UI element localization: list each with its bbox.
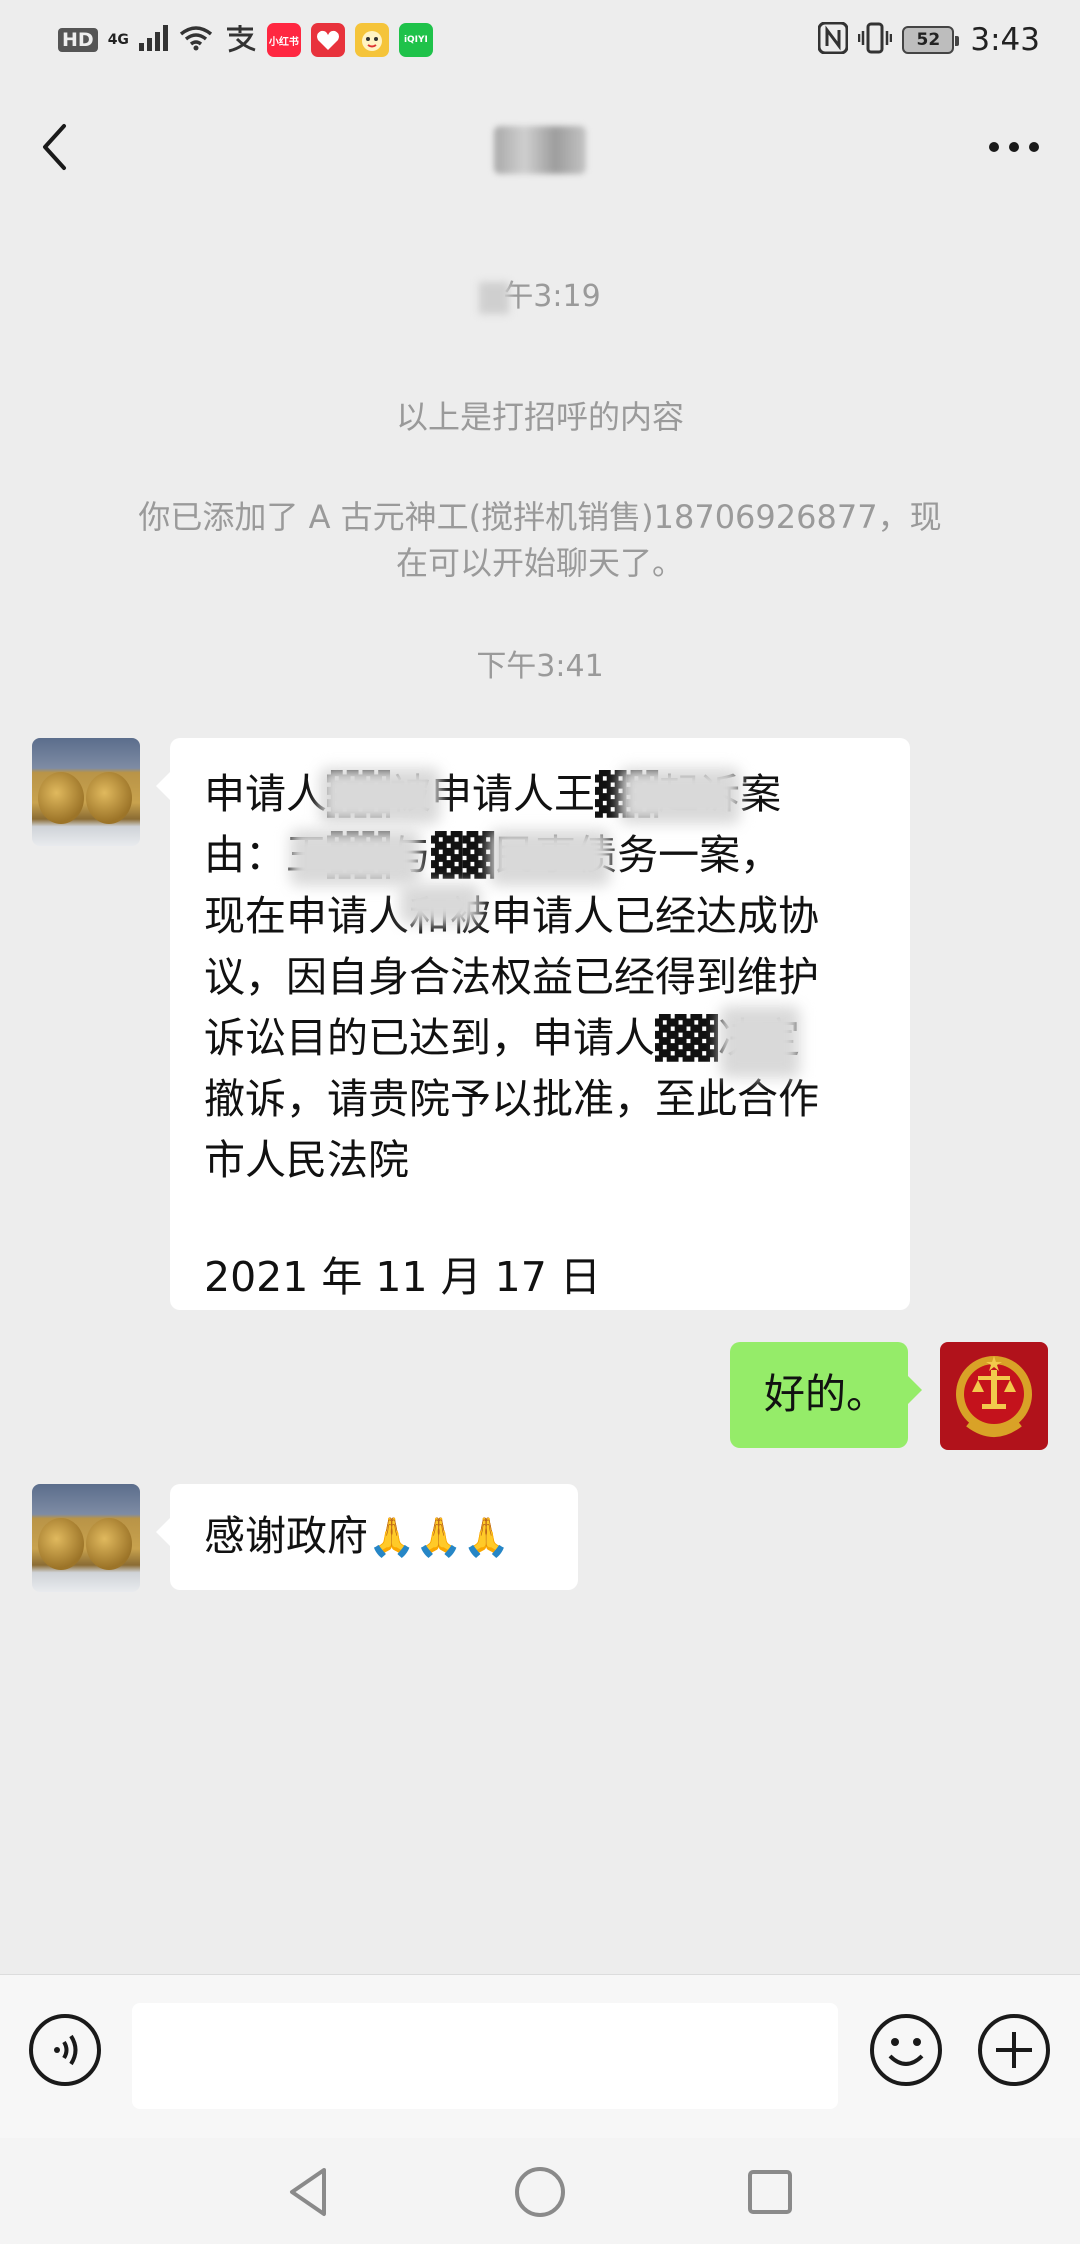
status-left: HD 4G 小红书 iQIYI [58, 23, 433, 57]
message-line: 现在申请人和被申请人已经达成协 [204, 892, 819, 940]
circle-home-icon [515, 2167, 565, 2217]
pray-emoji: 🙏🙏🙏 [368, 1515, 510, 1559]
greeting-note: 以上是打招呼的内容 [395, 398, 684, 436]
back-button[interactable] [40, 107, 100, 187]
chevron-left-icon [43, 124, 66, 170]
message-bubble-sent[interactable]: 好的。 [730, 1342, 922, 1448]
status-right: 52 3:43 [817, 21, 1040, 58]
emoji-button[interactable] [868, 2012, 944, 2088]
status-time: 3:43 [970, 22, 1040, 58]
added-contact-note: 你已添加了 A 古元神工(搅拌机销售)18706926877，现 在可以开始聊天… [138, 498, 942, 582]
nav-home-button[interactable] [508, 2160, 572, 2224]
more-options-button[interactable] [960, 107, 1040, 187]
message-line: 市人民法院 [204, 1136, 409, 1184]
vibrate-icon [858, 22, 893, 58]
mascot-app-icon [354, 23, 389, 57]
triangle-back-icon [290, 2168, 326, 2216]
timestamp: 午3:19 [60, 274, 1020, 320]
message-line: 撤诉，请贵院予以批准，至此合作 [204, 1075, 819, 1123]
status-bar: HD 4G 小红书 iQIYI 52 3:43 [0, 0, 1080, 80]
message-line: 申请人▓▓被申请人王▓▓起诉案 [204, 770, 782, 818]
message-bubble-received[interactable]: 申请人▓▓被申请人王▓▓起诉案 由：王▓▓与▓▓民事债务一案， 现在申请人和被申… [156, 738, 910, 1310]
my-avatar[interactable] [940, 1342, 1048, 1450]
square-recents-icon [748, 2170, 792, 2214]
message-input[interactable] [132, 2003, 838, 2109]
redacted-block [320, 768, 440, 824]
chat-title: ▓▓ [494, 126, 586, 174]
heart-app-icon [310, 23, 345, 57]
battery-indicator: 52 [902, 26, 960, 54]
wifi-icon [179, 25, 213, 55]
redacted-block [290, 830, 420, 886]
redacted-block [400, 884, 480, 924]
redacted-block [620, 768, 740, 824]
redacted-block [720, 1006, 800, 1078]
input-bar [0, 1974, 1080, 2138]
chat-header: ▓▓ [0, 80, 1080, 214]
plus-circle-icon [978, 2014, 1050, 2086]
message-bubble-received[interactable]: 感谢政府🙏🙏🙏 [156, 1484, 578, 1590]
smiley-icon [870, 2014, 942, 2086]
court-emblem-icon [956, 1356, 1032, 1437]
chat-area[interactable]: 午3:19 以上是打招呼的内容 你已添加了 A 古元神工(搅拌机销售)18706… [0, 214, 1080, 1974]
timestamp: 下午3:41 [476, 649, 604, 684]
mixer-drum [38, 772, 84, 824]
voice-icon [29, 2014, 101, 2086]
redacted-block [490, 830, 610, 886]
network-type: 4G [107, 32, 129, 48]
nfc-icon [817, 21, 849, 58]
alipay-icon [223, 23, 257, 57]
hd-indicator: HD [58, 28, 98, 52]
more-dots-icon [989, 142, 1039, 152]
system-nav-bar [0, 2138, 1080, 2244]
mixer-drum [86, 1518, 132, 1570]
voice-input-button[interactable] [27, 2012, 103, 2088]
signal-icon [138, 25, 169, 55]
iqiyi-icon: iQIYI [398, 23, 433, 57]
contact-avatar[interactable] [32, 738, 140, 846]
message-text: 感谢政府 [204, 1512, 368, 1560]
more-functions-button[interactable] [976, 2012, 1052, 2088]
message-line: 议，因自身合法权益已经得到维护 [204, 953, 819, 1001]
message-text: 好的。 [764, 1370, 887, 1418]
nav-recents-button[interactable] [738, 2160, 802, 2224]
xiaohongshu-icon: 小红书 [266, 23, 301, 57]
mixer-drum [86, 772, 132, 824]
nav-back-button[interactable] [278, 2160, 342, 2224]
redacted-block [479, 281, 510, 314]
contact-avatar[interactable] [32, 1484, 140, 1592]
mixer-drum [38, 1518, 84, 1570]
message-date: 2021 年 11 月 17 日 [204, 1253, 601, 1301]
